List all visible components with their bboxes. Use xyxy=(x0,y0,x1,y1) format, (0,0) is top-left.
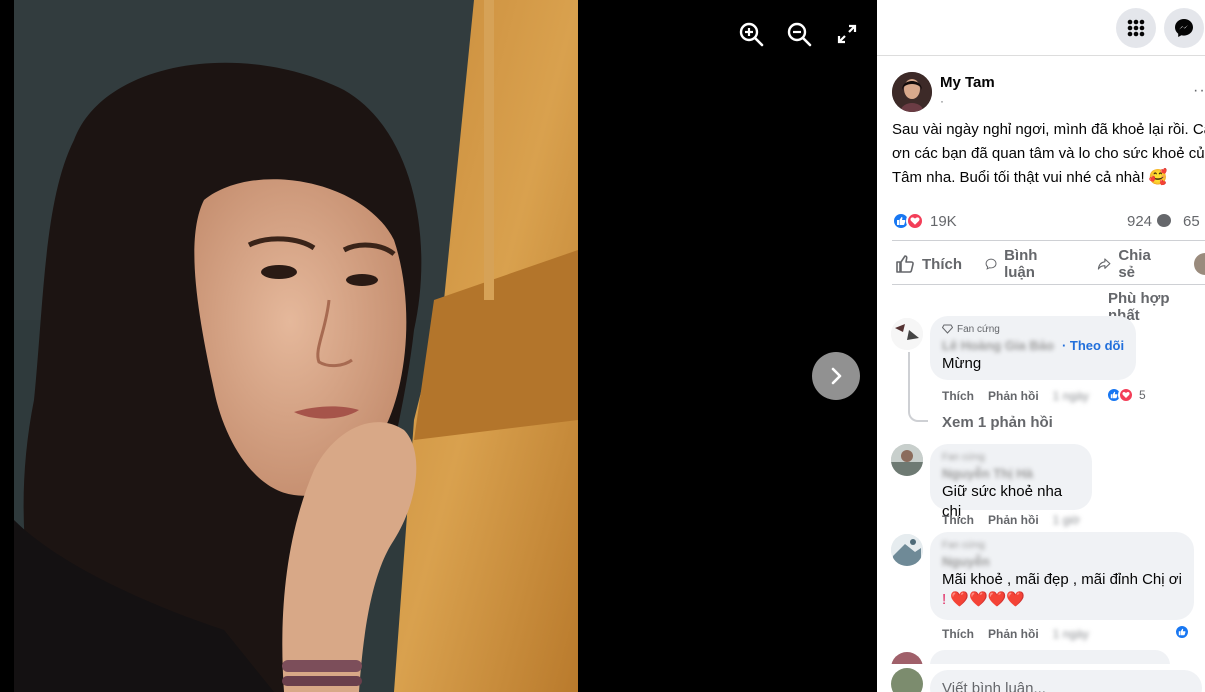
post-panel: My Tam · ·· Sau vài ngày nghỉ ngơi, mình… xyxy=(877,0,1205,692)
share-button[interactable]: Chia sẻ xyxy=(1097,246,1157,282)
divider xyxy=(892,284,1205,285)
diamond-icon xyxy=(942,324,953,334)
commenter-name[interactable]: Nguyễn Thị Hà xyxy=(942,464,1080,482)
love-reaction-icon xyxy=(906,212,924,230)
fan-badge: Fan cứng xyxy=(942,322,1124,336)
post-text: Sau vài ngày nghỉ ngơi, mình đã khoẻ lại… xyxy=(892,118,1205,190)
love-reaction-icon xyxy=(1118,387,1134,403)
comment-bubble: Fan cứng Nguyễn Thị Hà Giữ sức khoẻ nha … xyxy=(930,444,1092,520)
author-avatar[interactable] xyxy=(892,72,932,112)
reaction-count: 19K xyxy=(930,212,957,230)
comment-like-button[interactable]: Thích xyxy=(942,513,974,527)
next-photo-button[interactable] xyxy=(812,352,860,400)
zoom-out-icon xyxy=(787,22,812,47)
fan-badge-label: Fan cứng xyxy=(942,451,985,463)
thumbs-up-icon xyxy=(896,255,914,273)
commenter-name[interactable]: Nguyễn xyxy=(942,552,1182,570)
commenter-avatar-image xyxy=(891,318,923,350)
post-photo[interactable] xyxy=(14,0,578,692)
comment-icon xyxy=(985,258,997,270)
commenter-avatar[interactable] xyxy=(891,444,923,476)
post-text-line: Sau vài ngày nghỉ ngơi, mình đã khoẻ lại… xyxy=(892,121,1205,138)
top-bar xyxy=(877,0,1205,56)
comment-time[interactable]: 1 ngày xyxy=(1053,389,1089,403)
commenter-avatar[interactable] xyxy=(891,534,923,566)
comment-like-button[interactable]: Thích xyxy=(942,627,974,641)
fan-badge-label: Fan cứng xyxy=(942,539,985,551)
comment-bubble-icon xyxy=(1157,214,1171,227)
fan-badge-label: Fan cứng xyxy=(957,323,1000,335)
follow-button[interactable]: · Theo dõi xyxy=(1062,338,1124,353)
commenter-avatar[interactable] xyxy=(891,318,923,350)
thread-hook xyxy=(908,402,928,422)
share-icon xyxy=(1097,258,1111,270)
reaction-summary[interactable]: 19K xyxy=(892,211,957,231)
divider xyxy=(892,240,1205,241)
messenger-icon xyxy=(1175,19,1193,37)
fullscreen-button[interactable] xyxy=(833,20,861,48)
comment-like-button[interactable]: Thích xyxy=(942,389,974,403)
share-count[interactable]: 65 xyxy=(1183,213,1200,230)
more-options-button[interactable]: ·· xyxy=(1193,82,1205,100)
author-avatar-image xyxy=(892,72,932,112)
commenter-name[interactable]: Lê Hoàng Gia Bảo · Theo dõi xyxy=(942,336,1124,354)
comment-actions: Thích Phản hồi 1 ngày xyxy=(942,627,1089,641)
commenter-avatar-image xyxy=(891,534,923,566)
comment-reply-button[interactable]: Phản hồi xyxy=(988,389,1039,403)
post-text-line: Tâm nha. Buổi tối thật vui nhé cả nhà! 🥰 xyxy=(892,169,1168,186)
fullscreen-icon xyxy=(837,24,857,44)
comment-time[interactable]: 1 giờ xyxy=(1053,513,1080,527)
messenger-button[interactable] xyxy=(1164,8,1204,48)
comment-text-line: ! ❤️❤️❤️❤️ xyxy=(942,591,1026,608)
zoom-out-button[interactable] xyxy=(785,20,813,48)
audience-avatar[interactable] xyxy=(1194,253,1205,275)
like-button[interactable]: Thích xyxy=(895,246,962,282)
menu-button[interactable] xyxy=(1116,8,1156,48)
comment-bubble: Fan cứng Nguyễn Mãi khoẻ , mãi đẹp , mãi… xyxy=(930,532,1194,620)
comment-reply-button[interactable]: Phản hồi xyxy=(988,513,1039,527)
comment-reactions[interactable]: 5 xyxy=(1106,387,1146,403)
post-text-line: ơn các bạn đã quan tâm và lo cho sức kho… xyxy=(892,145,1205,162)
portrait-image xyxy=(14,0,578,692)
current-user-avatar[interactable] xyxy=(891,668,923,692)
comment-button[interactable]: Bình luận xyxy=(985,246,1045,282)
zoom-in-icon xyxy=(739,22,764,47)
grid-menu-icon xyxy=(1127,19,1145,37)
comment-composer xyxy=(877,664,1205,692)
comment-count[interactable]: 924 xyxy=(1127,213,1152,230)
fan-badge: Fan cứng xyxy=(942,538,1182,552)
author-name[interactable]: My Tam xyxy=(940,74,995,91)
view-replies-link[interactable]: Xem 1 phản hồi xyxy=(942,414,1053,431)
comment-input[interactable] xyxy=(930,670,1202,692)
share-label: Chia sẻ xyxy=(1118,247,1151,281)
comment-reaction-count: 5 xyxy=(1139,388,1146,402)
photo-viewer xyxy=(0,0,877,692)
commenter-avatar-image xyxy=(891,444,923,476)
like-reaction-icon xyxy=(1174,624,1190,640)
comment-actions: Thích Phản hồi 1 ngày xyxy=(942,389,1089,403)
like-label: Thích xyxy=(922,255,962,273)
thread-line xyxy=(908,352,910,404)
comment-reactions[interactable] xyxy=(1174,624,1190,640)
post-meta: · xyxy=(940,94,944,108)
comment-bubble: Fan cứng Lê Hoàng Gia Bảo · Theo dõi Mừn… xyxy=(930,316,1136,380)
comment-time[interactable]: 1 ngày xyxy=(1053,627,1089,641)
comment-text: Mừng xyxy=(942,355,982,372)
zoom-in-button[interactable] xyxy=(737,20,765,48)
comment-label: Bình luận xyxy=(1004,247,1038,281)
chevron-right-icon xyxy=(831,367,842,385)
comment-actions: Thích Phản hồi 1 giờ xyxy=(942,513,1080,527)
fan-badge: Fan cứng xyxy=(942,450,1080,464)
comment-text-line: Mãi khoẻ , mãi đẹp , mãi đỉnh Chị ơi xyxy=(942,571,1182,588)
comment-reply-button[interactable]: Phản hồi xyxy=(988,627,1039,641)
